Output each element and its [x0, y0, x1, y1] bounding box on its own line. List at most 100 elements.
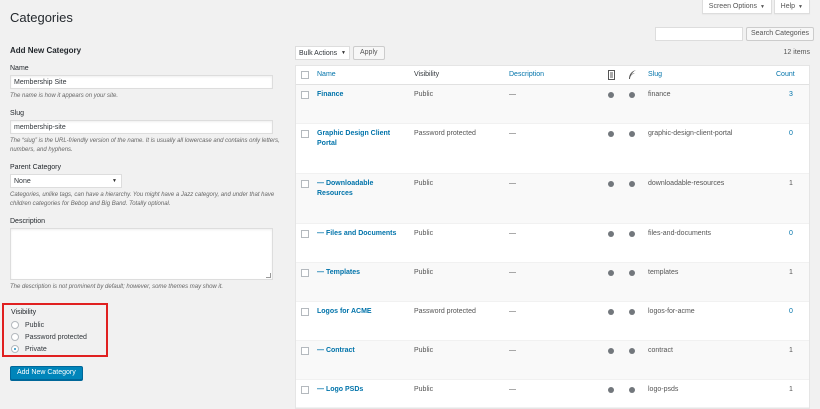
bulk-actions-select[interactable]: Bulk Actions ▼	[295, 46, 350, 60]
column-count[interactable]: Count	[776, 70, 795, 80]
category-count[interactable]: 3	[789, 90, 793, 100]
search-input[interactable]	[655, 27, 743, 41]
row-checkbox[interactable]	[301, 269, 309, 277]
category-description: —	[509, 308, 516, 315]
row-checkbox[interactable]	[301, 130, 309, 138]
description-textarea[interactable]	[10, 228, 273, 280]
category-count: 1	[789, 386, 793, 393]
visibility-group: Visibility Public Password protected Pri…	[2, 303, 108, 357]
help-button[interactable]: Help ▼	[773, 0, 810, 14]
column-slug[interactable]: Slug	[648, 70, 662, 80]
name-description: The name is how it appears on your site.	[10, 93, 119, 99]
category-visibility: Public	[414, 230, 434, 237]
radio-password-protected[interactable]	[11, 333, 19, 341]
status-dot-icon	[629, 387, 635, 393]
visibility-option-label: Private	[25, 345, 47, 353]
visibility-option-label: Public	[25, 321, 45, 329]
category-description: —	[509, 130, 516, 137]
category-slug: downloadable-resources	[648, 180, 725, 187]
apply-button[interactable]: Apply	[353, 46, 385, 60]
caret-down-icon: ▼	[798, 4, 803, 10]
category-visibility: Public	[414, 386, 434, 393]
parent-selected-value: None	[14, 178, 31, 185]
category-count[interactable]: 0	[789, 307, 793, 317]
parent-description: Categories, unlike tags, can have a hier…	[10, 192, 275, 207]
status-dot-icon	[608, 131, 614, 137]
status-dot-icon	[629, 181, 635, 187]
resize-grip-icon[interactable]	[266, 273, 271, 278]
table-row: — Downloadable Resources Public — downloada…	[296, 174, 809, 224]
row-checkbox[interactable]	[301, 180, 309, 188]
category-count[interactable]: 0	[789, 229, 793, 239]
row-checkbox[interactable]	[301, 386, 309, 394]
status-dot-icon	[629, 231, 635, 237]
category-name-link[interactable]: Finance	[317, 90, 399, 100]
table-row: Graphic Design Client Portal Password pro…	[296, 124, 809, 174]
status-dot-icon	[629, 131, 635, 137]
page-title: Categories	[10, 10, 73, 25]
status-dot-icon	[629, 309, 635, 315]
category-name-link[interactable]: — Files and Documents	[317, 229, 399, 239]
category-description: —	[509, 386, 516, 393]
form-heading: Add New Category	[10, 46, 82, 55]
description-label: Description	[10, 218, 46, 225]
category-count: 1	[789, 180, 793, 187]
caret-down-icon: ▼	[112, 178, 117, 184]
category-visibility: Password protected	[414, 308, 476, 315]
table-row: Logos for ACME Password protected — logos-f…	[296, 302, 809, 341]
row-checkbox[interactable]	[301, 91, 309, 99]
category-name-link[interactable]: — Downloadable Resources	[317, 179, 399, 199]
parent-select[interactable]: None ▼	[10, 174, 122, 188]
screen-options-button[interactable]: Screen Options ▼	[701, 0, 772, 14]
visibility-option-public[interactable]: Public	[11, 319, 99, 331]
add-new-category-button[interactable]: Add New Category	[10, 366, 83, 380]
feather-icon	[629, 70, 636, 79]
table-row: — Templates Public — templates 1	[296, 263, 809, 302]
category-visibility: Public	[414, 347, 434, 354]
category-description: —	[509, 269, 516, 276]
radio-public[interactable]	[11, 321, 19, 329]
table-row: — Logo PSDs Public — logo-psds 1	[296, 380, 809, 408]
table-row: Finance Public — finance 3	[296, 85, 809, 124]
category-slug: logos-for-acme	[648, 308, 695, 315]
category-name-link[interactable]: — Logo PSDs	[317, 385, 399, 395]
row-checkbox[interactable]	[301, 347, 309, 355]
category-name-link[interactable]: — Contract	[317, 346, 399, 356]
name-label: Name	[10, 65, 29, 72]
categories-table: Name Visibility Description Slug Count F…	[295, 65, 810, 409]
category-description: —	[509, 180, 516, 187]
items-count: 12 items	[783, 49, 810, 56]
document-icon	[608, 70, 615, 80]
category-name-link[interactable]: Graphic Design Client Portal	[317, 129, 399, 149]
category-visibility: Public	[414, 269, 434, 276]
category-name-link[interactable]: Logos for ACME	[317, 307, 399, 317]
status-dot-icon	[608, 231, 614, 237]
status-dot-icon	[629, 92, 635, 98]
table-header: Name Visibility Description Slug Count	[296, 66, 809, 85]
slug-field-group: Slug membership-site The “slug” is the U…	[10, 110, 288, 155]
slug-label: Slug	[10, 110, 25, 117]
visibility-option-private[interactable]: Private	[11, 343, 99, 355]
help-label: Help	[780, 3, 796, 10]
select-all-checkbox[interactable]	[301, 71, 309, 79]
name-input[interactable]: Membership Site	[10, 75, 273, 89]
column-description[interactable]: Description	[509, 70, 544, 80]
category-name-link[interactable]: — Templates	[317, 268, 399, 278]
category-slug: graphic-design-client-portal	[648, 130, 733, 137]
radio-private[interactable]	[11, 345, 19, 353]
category-count[interactable]: 0	[789, 129, 793, 139]
category-slug: contract	[648, 347, 673, 354]
column-name[interactable]: Name	[317, 70, 336, 80]
category-description: —	[509, 91, 516, 98]
description-field-group: Description The description is not promi…	[10, 218, 288, 292]
slug-input[interactable]: membership-site	[10, 120, 273, 134]
row-checkbox[interactable]	[301, 230, 309, 238]
category-slug: finance	[648, 91, 671, 98]
caret-down-icon: ▼	[760, 4, 765, 10]
category-count: 1	[789, 347, 793, 354]
visibility-option-password[interactable]: Password protected	[11, 331, 99, 343]
row-checkbox[interactable]	[301, 308, 309, 316]
bulk-actions-value: Bulk Actions	[299, 50, 338, 57]
search-categories-button[interactable]: Search Categories	[746, 27, 814, 41]
category-slug: logo-psds	[648, 386, 679, 393]
